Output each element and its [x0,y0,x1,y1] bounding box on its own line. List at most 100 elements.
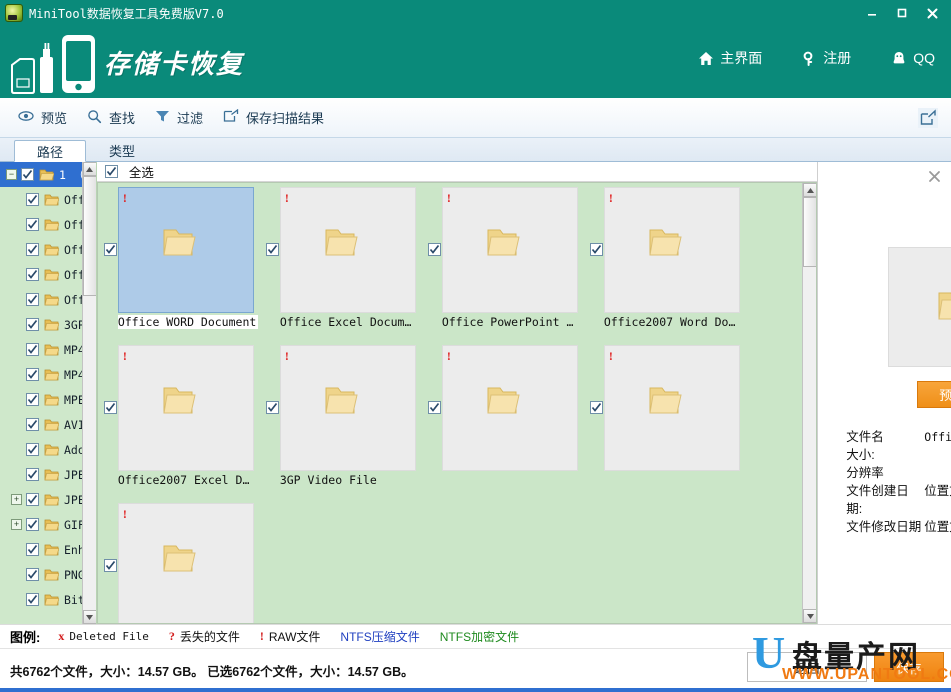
raw-folder-icon [44,568,60,581]
select-all-label: 全选 [128,166,154,181]
grid-scrollbar[interactable] [802,183,817,623]
file-tile-checkbox[interactable] [427,243,441,257]
header-link-qq[interactable]: QQ [891,50,935,66]
file-tile-checkbox[interactable] [589,401,603,415]
tree-expander-icon[interactable]: + [11,494,22,505]
header-link-home[interactable]: 主界面 [698,48,762,68]
window-title: MiniTool数据恢复工具免费版V7.0 [29,6,224,21]
folder-icon [483,227,523,261]
minimize-button[interactable] [857,2,887,24]
file-tile[interactable]: ! Office2007 Excel D… [103,345,254,495]
maximize-button[interactable] [887,2,917,24]
export-icon[interactable] [917,107,939,129]
tree-item-checkbox[interactable] [26,543,39,556]
tree-expander-icon[interactable]: − [6,169,17,180]
tree-item-checkbox[interactable] [26,218,39,231]
legend-label: Deleted File [69,630,149,643]
sidebar-scroll-up-button[interactable] [82,162,96,176]
file-tile[interactable]: ! [103,503,254,624]
details-metadata: 文件名 Office WORD Document 大小: 分辨率文件创建日期: 位置文件… [846,428,951,536]
tree-item-checkbox[interactable] [26,568,39,581]
select-all-row[interactable]: 全选 [96,162,818,183]
toolbar-filter-button[interactable]: 过滤 [155,108,203,127]
window-title-bar: MiniTool数据恢复工具免费版V7.0 [0,0,951,26]
tree-item-checkbox[interactable] [26,393,39,406]
tree-item-checkbox[interactable] [26,318,39,331]
file-tile-label: Office Excel Docum… [279,315,412,330]
brand-header: 存储卡恢复 主界面 注册 QQ [0,26,951,98]
tree-item-checkbox[interactable] [26,343,39,356]
legend-label: 丢失的文件 [179,630,240,644]
file-tile[interactable]: ! Office Excel Docum… [265,187,416,337]
details-field: 文件修改日期位置文件 [846,518,951,536]
raw-folder-icon [44,268,60,281]
toolbar-save-scan-button[interactable]: 保存扫描结果 [223,108,324,127]
file-tile[interactable]: ! [589,345,740,495]
file-tile-checkbox[interactable] [103,401,117,415]
tab-path[interactable]: 路径 [14,140,86,162]
raw-folder-icon [44,218,60,231]
header-link-qq-label: QQ [913,50,935,66]
details-preview-button[interactable]: 预览 [917,381,951,408]
file-tile-label: Office PowerPoint … [441,315,574,330]
file-tile[interactable]: ! Office WORD Document [103,187,258,337]
details-field: 文件名 Office WORD Document [846,428,951,446]
save-button[interactable]: 保存 [874,652,944,682]
select-all-checkbox[interactable] [104,165,118,179]
toolbar-find-button[interactable]: 查找 [87,108,135,127]
header-links: 主界面 注册 QQ [698,48,935,68]
legend-label: NTFS压缩文件 [340,630,420,644]
file-tile[interactable]: ! Office2007 Word Do… [589,187,740,337]
details-field: 文件创建日期: 位置文件 [846,482,951,518]
tree-item-checkbox[interactable] [26,468,39,481]
file-tile-checkbox[interactable] [265,401,279,415]
folder-icon [159,227,199,261]
tree-item-checkbox[interactable] [26,518,39,531]
file-tile-checkbox[interactable] [103,559,117,573]
tree-expander-icon[interactable]: + [11,519,22,530]
sidebar-scroll-down-button[interactable] [82,610,96,624]
tree-root-checkbox[interactable] [21,168,34,181]
tree-item-checkbox[interactable] [26,418,39,431]
sidebar-scrollbar[interactable] [81,162,96,624]
tree-item-checkbox[interactable] [26,268,39,281]
device-illustration-icon [8,29,100,95]
details-field-value: 位置文件 [924,520,951,534]
tree-item-checkbox[interactable] [26,243,39,256]
sidebar-scroll-thumb[interactable] [82,176,96,296]
grid-scroll-down-button[interactable] [803,609,817,623]
file-tile[interactable]: ! Office PowerPoint … [427,187,578,337]
file-tile-checkbox[interactable] [103,243,117,257]
tree-item-checkbox[interactable] [26,193,39,206]
file-tile[interactable]: ! [427,345,578,495]
tree-item-checkbox[interactable] [26,593,39,606]
legend-mark-icon: x [58,629,65,643]
file-tile-checkbox[interactable] [427,401,441,415]
file-tile-checkbox[interactable] [265,243,279,257]
details-field: 大小: [846,446,951,464]
folder-icon [645,385,685,419]
grid-scroll-up-button[interactable] [803,183,817,198]
tab-type[interactable]: 类型 [86,139,158,161]
back-button[interactable]: 返回 [747,652,867,682]
header-link-register[interactable]: 注册 [802,48,851,68]
close-icon[interactable] [928,170,941,187]
main-toolbar: 预览 查找 过滤 保存扫描结果 [0,98,951,138]
toolbar-preview-button[interactable]: 预览 [18,108,67,127]
close-button[interactable] [917,2,947,24]
tree-item-checkbox[interactable] [26,368,39,381]
folder-icon [483,385,523,419]
tree-item-checkbox[interactable] [26,293,39,306]
details-field-key: 分辨率 [846,466,884,480]
raw-folder-icon [44,243,60,256]
tree-item-checkbox[interactable] [26,443,39,456]
file-tile-checkbox[interactable] [589,243,603,257]
raw-folder-icon [44,393,60,406]
grid-scroll-thumb[interactable] [803,197,817,268]
file-tile[interactable]: ! 3GP Video File [265,345,416,495]
raw-folder-icon [44,518,60,531]
tree-item-checkbox[interactable] [26,493,39,506]
